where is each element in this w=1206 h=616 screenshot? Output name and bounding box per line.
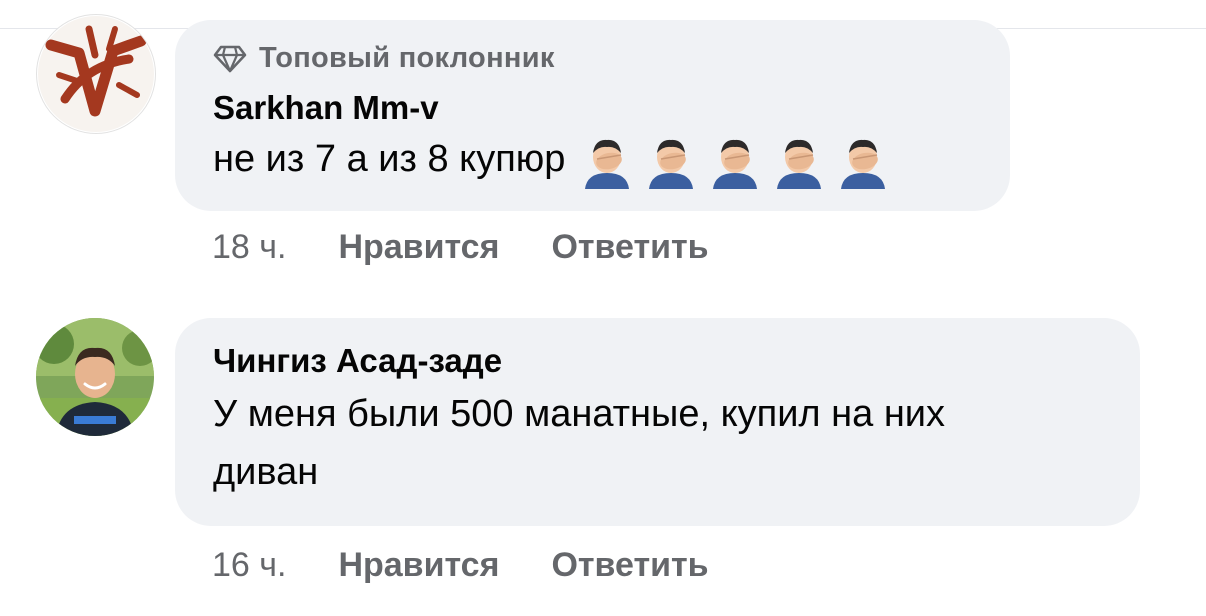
comment-text-line: диван	[213, 451, 319, 493]
reply-button[interactable]: Ответить	[551, 228, 708, 267]
comment-text-line: У меня были 500 манатные, купил на них	[213, 393, 946, 435]
avatar-logo-icon	[38, 16, 154, 132]
comment-timestamp[interactable]: 18 ч.	[212, 228, 286, 267]
like-button[interactable]: Нравится	[338, 546, 499, 585]
badge-label: Топовый поклонник	[259, 42, 555, 74]
emoji-row	[579, 133, 891, 189]
comment-text: не из 7 а из 8 купюр	[213, 133, 1010, 189]
comment-timestamp[interactable]: 16 ч.	[212, 546, 286, 585]
reply-button[interactable]: Ответить	[551, 546, 708, 585]
comment-author[interactable]: Sarkhan Mm-v	[213, 89, 1010, 127]
facepalm-emoji	[777, 139, 822, 189]
comment-author[interactable]: Чингиз Асад-заде	[213, 342, 1140, 380]
comment-bubble: Чингиз Асад-заде У меня были 500 манатны…	[175, 318, 1140, 526]
avatar-photo-icon	[36, 318, 154, 436]
diamond-icon	[213, 44, 247, 74]
comment-actions: 18 ч. Нравится Ответить	[212, 228, 761, 267]
facepalm-emoji	[649, 139, 694, 189]
like-button[interactable]: Нравится	[338, 228, 499, 267]
comment-actions: 16 ч. Нравится Ответить	[212, 546, 761, 585]
avatar-sarkhan[interactable]	[36, 14, 156, 134]
avatar-chingiz[interactable]	[36, 318, 154, 436]
comment-bubble: Топовый поклонник Sarkhan Mm-v не из 7 а…	[175, 20, 1010, 211]
facepalm-emoji	[585, 139, 630, 189]
facepalm-emoji	[841, 139, 886, 189]
facepalm-emoji	[713, 139, 758, 189]
comment-text-body: не из 7 а из 8 купюр	[213, 138, 566, 181]
top-fan-badge: Топовый поклонник	[213, 42, 1010, 75]
comment-text: У меня были 500 манатные, купил на них д…	[213, 388, 1140, 498]
